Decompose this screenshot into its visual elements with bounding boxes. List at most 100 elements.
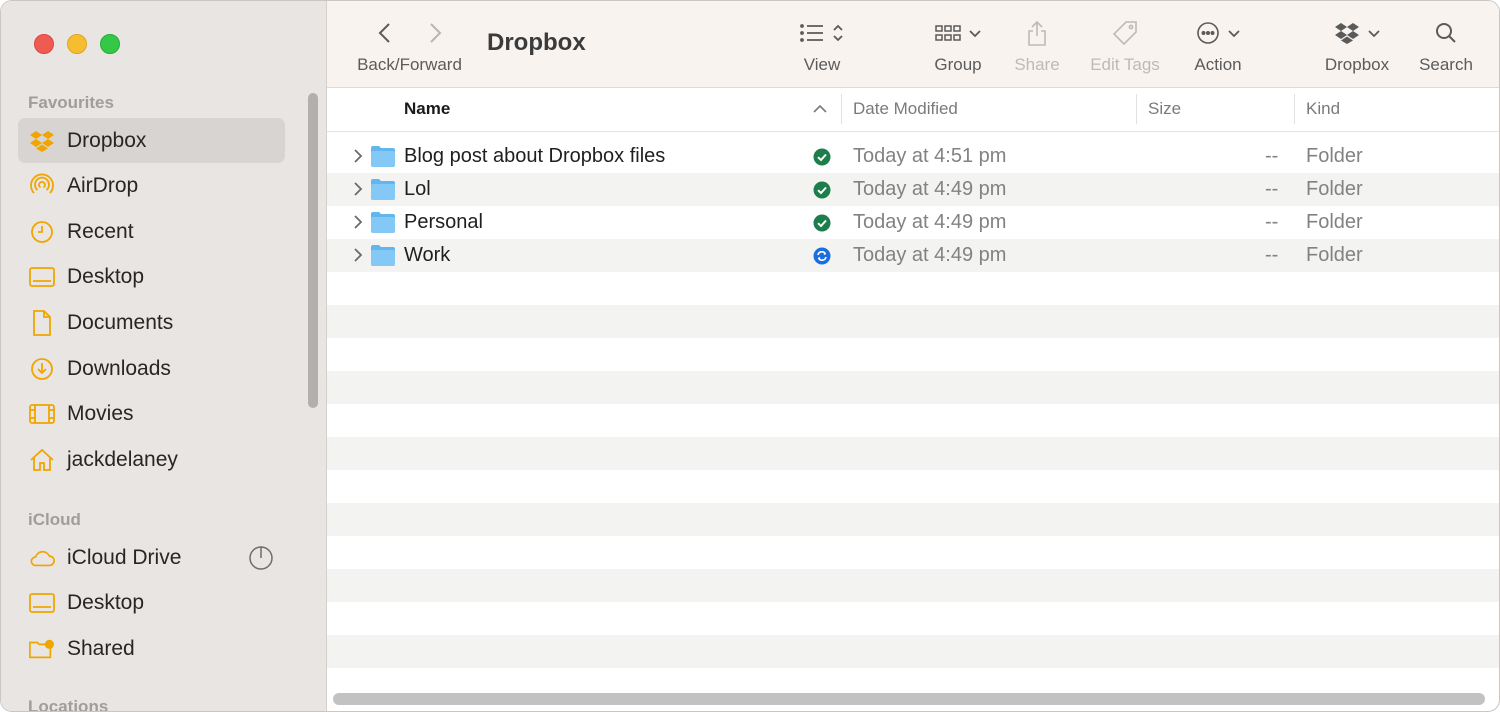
edit-tags-label: Edit Tags — [1090, 55, 1160, 74]
sidebar-item-icloud-drive[interactable]: iCloud Drive — [18, 535, 285, 580]
disclosure-chevron-icon[interactable] — [352, 214, 364, 230]
group-label: Group — [934, 55, 982, 74]
column-size[interactable]: Size — [1148, 99, 1181, 119]
sidebar-item-label: Movies — [67, 401, 134, 425]
share-label: Share — [1014, 55, 1060, 74]
table-row[interactable]: Personal Today at 4:49 pm -- Folder — [327, 206, 1499, 239]
chevron-down-icon — [969, 26, 981, 44]
column-header: Name Date Modified Size Kind — [327, 88, 1499, 132]
file-size: -- — [1265, 178, 1279, 200]
sidebar-item-home[interactable]: jackdelaney — [18, 437, 285, 482]
sidebar-item-movies[interactable]: Movies — [18, 391, 285, 436]
close-button[interactable] — [34, 34, 54, 54]
updown-chevron-icon — [832, 23, 844, 48]
file-date: Today at 4:49 pm — [853, 211, 1007, 233]
airdrop-icon — [29, 173, 55, 199]
disclosure-chevron-icon[interactable] — [352, 181, 364, 197]
favourites-heading: Favourites — [28, 93, 114, 112]
column-name[interactable]: Name — [404, 99, 450, 119]
file-size: -- — [1265, 244, 1279, 266]
disclosure-chevron-icon[interactable] — [352, 148, 364, 164]
sidebar-item-icloud-desktop[interactable]: Desktop — [18, 580, 285, 625]
home-icon — [29, 447, 55, 473]
view-button[interactable]: View — [787, 15, 857, 75]
download-icon — [29, 356, 55, 382]
sidebar: Favourites Dropbox AirDrop Recent Deskto… — [1, 1, 327, 711]
zoom-button[interactable] — [100, 34, 120, 54]
file-name: Lol — [404, 178, 431, 200]
sidebar-item-label: iCloud Drive — [67, 545, 182, 569]
sidebar-item-recent[interactable]: Recent — [18, 209, 285, 254]
sidebar-item-documents[interactable]: Documents — [18, 300, 285, 345]
file-kind: Folder — [1306, 244, 1363, 266]
column-kind[interactable]: Kind — [1306, 99, 1340, 119]
disclosure-chevron-icon[interactable] — [352, 247, 364, 263]
file-kind: Folder — [1306, 211, 1363, 233]
dropbox-icon — [1334, 22, 1360, 49]
view-label: View — [803, 55, 841, 74]
search-icon — [1435, 22, 1457, 49]
sidebar-item-dropbox[interactable]: Dropbox — [18, 118, 285, 163]
file-size: -- — [1265, 211, 1279, 233]
table-row[interactable]: Work Today at 4:49 pm -- Folder — [327, 239, 1499, 272]
sidebar-item-downloads[interactable]: Downloads — [18, 346, 285, 391]
chevron-down-icon — [1368, 26, 1380, 44]
sidebar-item-label: Documents — [67, 310, 174, 334]
table-row[interactable]: Lol Today at 4:49 pm -- Folder — [327, 173, 1499, 206]
synced-check-icon — [813, 148, 831, 166]
list-view-icon — [800, 23, 824, 47]
column-divider[interactable] — [1294, 94, 1295, 124]
sort-ascending-icon[interactable] — [813, 101, 827, 119]
grid-icon — [935, 24, 961, 47]
sidebar-item-label: Downloads — [67, 356, 171, 380]
search-button[interactable]: Search — [1411, 15, 1481, 75]
tag-icon — [1112, 20, 1138, 51]
forward-button[interactable] — [427, 22, 443, 49]
column-divider[interactable] — [1136, 94, 1137, 124]
icloud-heading: iCloud — [28, 510, 81, 529]
syncing-icon — [813, 247, 831, 265]
sidebar-item-label: Desktop — [67, 590, 145, 614]
file-name: Personal — [404, 211, 483, 233]
table-row[interactable]: Blog post about Dropbox files Today at 4… — [327, 140, 1499, 173]
ellipsis-circle-icon — [1196, 21, 1220, 50]
back-forward-label: Back/Forward — [357, 55, 462, 74]
column-divider[interactable] — [841, 94, 842, 124]
shared-folder-icon — [29, 636, 55, 662]
search-label: Search — [1419, 55, 1473, 74]
folder-icon — [370, 178, 396, 201]
sidebar-item-airdrop[interactable]: AirDrop — [18, 163, 285, 208]
toolbar: Back/Forward Dropbox View Group Share Ed… — [327, 1, 1499, 88]
dropbox-menu-button[interactable]: Dropbox — [1317, 15, 1397, 75]
locations-heading: Locations — [28, 697, 109, 712]
chevron-down-icon — [1228, 26, 1240, 44]
clock-icon — [29, 219, 55, 245]
horizontal-scrollbar[interactable] — [333, 693, 1485, 705]
column-date-modified[interactable]: Date Modified — [853, 99, 958, 119]
sidebar-item-desktop[interactable]: Desktop — [18, 254, 285, 299]
finder-window: Favourites Dropbox AirDrop Recent Deskto… — [0, 0, 1500, 712]
file-date: Today at 4:51 pm — [853, 145, 1007, 167]
file-name: Work — [404, 244, 451, 266]
back-button[interactable] — [377, 22, 393, 49]
sidebar-scrollbar[interactable] — [308, 93, 318, 408]
action-button[interactable]: Action — [1183, 15, 1253, 75]
desktop-icon — [29, 590, 55, 616]
cloud-icon — [29, 545, 55, 571]
file-kind: Folder — [1306, 178, 1363, 200]
share-button[interactable]: Share — [1007, 15, 1067, 75]
folder-icon — [370, 244, 396, 267]
sidebar-item-shared[interactable]: Shared — [18, 626, 285, 671]
file-list: Name Date Modified Size Kind Blog post a… — [327, 88, 1499, 711]
desktop-icon — [29, 264, 55, 290]
action-label: Action — [1194, 55, 1242, 74]
group-button[interactable]: Group — [923, 15, 993, 75]
edit-tags-button[interactable]: Edit Tags — [1080, 15, 1170, 75]
synced-check-icon — [813, 214, 831, 232]
minimize-button[interactable] — [67, 34, 87, 54]
sidebar-item-label: jackdelaney — [67, 447, 178, 471]
file-name: Blog post about Dropbox files — [404, 145, 666, 167]
sidebar-item-label: AirDrop — [67, 173, 139, 197]
sidebar-item-label: Recent — [67, 219, 134, 243]
share-icon — [1027, 20, 1047, 51]
